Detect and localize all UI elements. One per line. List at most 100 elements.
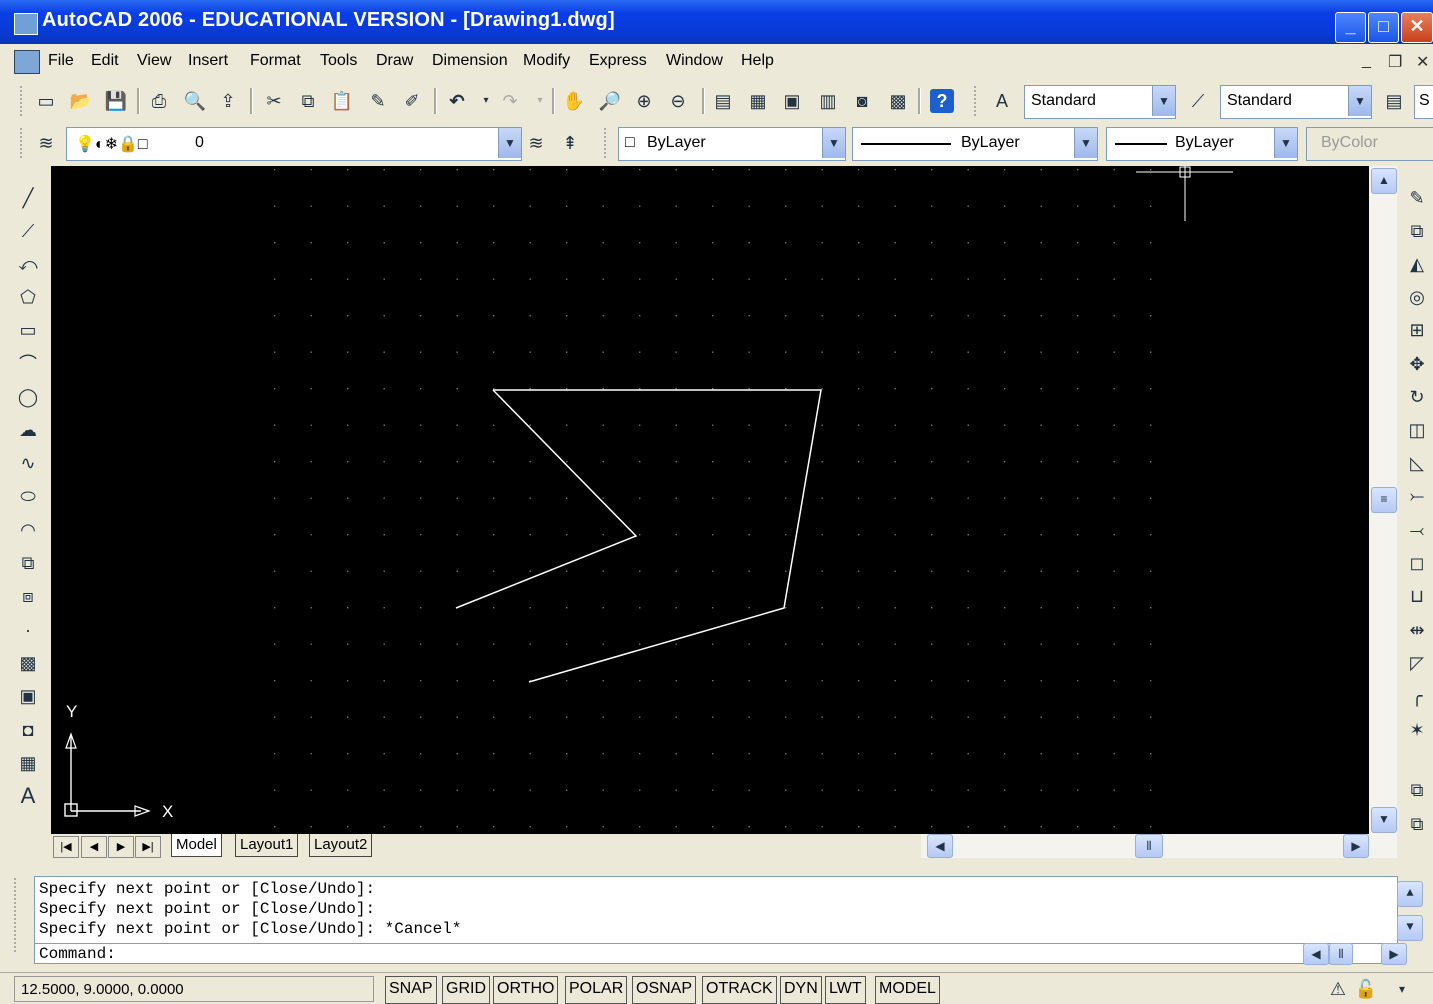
draw-order-back-icon[interactable]: ⧉ — [1405, 812, 1429, 836]
status-menu-icon[interactable]: ▾ — [1390, 977, 1414, 1001]
block-editor-icon[interactable]: ✐ — [400, 89, 424, 113]
layer-select[interactable]: 💡◐❄🔒□ 0 ▼ — [66, 127, 522, 161]
gradient-icon[interactable]: ▣ — [16, 684, 40, 708]
previous-tab-icon[interactable]: ◀ — [81, 836, 107, 858]
chevron-down-icon[interactable]: ▼ — [1348, 86, 1371, 116]
first-tab-icon[interactable]: |◀ — [53, 836, 79, 858]
new-icon[interactable]: ▭ — [34, 89, 58, 113]
undo-icon[interactable]: ↶ — [445, 89, 469, 113]
plot-icon[interactable]: ⎙ — [147, 89, 171, 113]
paste-icon[interactable]: 📋 — [330, 89, 354, 113]
insert-block-icon[interactable]: ⧉ — [16, 551, 40, 575]
ellipse-icon[interactable]: ⬭ — [16, 484, 40, 508]
spline-icon[interactable]: ∿ — [16, 451, 40, 475]
command-scroll-down-icon[interactable]: ▼ — [1397, 915, 1423, 941]
horizontal-scrollbar[interactable]: ◀ ⦀ ▶ — [921, 834, 1397, 858]
chevron-down-icon[interactable]: ▼ — [822, 128, 845, 158]
dimension-style-select[interactable]: Standard ▼ — [1220, 85, 1372, 119]
tool-palettes-icon[interactable]: ▣ — [780, 89, 804, 113]
menu-edit[interactable]: Edit — [91, 52, 119, 70]
array-icon[interactable]: ⊞ — [1405, 318, 1429, 342]
extend-icon[interactable]: ⤙ — [1405, 518, 1429, 542]
cut-icon[interactable]: ✂ — [262, 89, 286, 113]
dimension-style-icon[interactable]: ⟋ — [1186, 89, 1210, 113]
match-properties-icon[interactable]: ✎ — [366, 89, 390, 113]
doc-minimize-icon[interactable]: _ — [1362, 52, 1371, 70]
document-icon[interactable] — [14, 50, 40, 74]
menu-view[interactable]: View — [137, 52, 171, 70]
chamfer-icon[interactable]: ◸ — [1405, 651, 1429, 675]
properties-icon[interactable]: ▤ — [711, 89, 735, 113]
snap-toggle[interactable]: SNAP — [385, 976, 437, 1004]
coordinate-display[interactable]: 12.5000, 9.0000, 0.0000 — [14, 976, 374, 1002]
next-tab-icon[interactable]: ▶ — [108, 836, 134, 858]
rectangle-icon[interactable]: ▭ — [16, 318, 40, 342]
table-style-icon[interactable]: ▤ — [1382, 89, 1406, 113]
scroll-left-icon[interactable]: ◀ — [927, 834, 953, 858]
text-style-icon[interactable]: A — [990, 89, 1014, 113]
pan-realtime-icon[interactable]: ✋ — [562, 89, 586, 113]
menu-draw[interactable]: Draw — [376, 52, 413, 70]
draw-order-front-icon[interactable]: ⧉ — [1405, 778, 1429, 802]
chevron-down-icon[interactable]: ▼ — [1274, 128, 1297, 158]
doc-restore-icon[interactable]: ❐ — [1388, 52, 1402, 72]
close-button[interactable]: ✕ — [1401, 12, 1433, 43]
lwt-toggle[interactable]: LWT — [825, 976, 866, 1004]
dyn-toggle[interactable]: DYN — [780, 976, 822, 1004]
scale-icon[interactable]: ◫ — [1405, 418, 1429, 442]
scroll-up-icon[interactable]: ▲ — [1371, 168, 1397, 194]
command-prompt-input[interactable]: Command: — [39, 945, 116, 963]
color-select[interactable]: □ ByLayer ▼ — [618, 127, 846, 161]
command-scroll-up-icon[interactable]: ▲ — [1397, 881, 1423, 907]
copy-icon[interactable]: ⧉ — [296, 89, 320, 113]
tab-model[interactable]: Model — [171, 834, 222, 857]
revision-cloud-icon[interactable]: ☁ — [16, 418, 40, 442]
scroll-thumb[interactable]: ≡ — [1371, 487, 1397, 513]
layer-previous-icon[interactable]: ⇞ — [558, 131, 582, 155]
zoom-realtime-icon[interactable]: 🔎 — [598, 89, 622, 113]
minimize-button[interactable]: _ — [1335, 12, 1366, 43]
polygon-icon[interactable]: ⬠ — [16, 285, 40, 309]
region-icon[interactable]: ◘ — [16, 718, 40, 742]
menu-express[interactable]: Express — [589, 52, 647, 70]
design-center-icon[interactable]: ▦ — [746, 89, 770, 113]
menu-file[interactable]: File — [48, 52, 74, 70]
publish-icon[interactable]: ⇪ — [216, 89, 240, 113]
help-icon[interactable]: ? — [930, 89, 954, 113]
menu-window[interactable]: Window — [666, 52, 723, 70]
toolbar-lock-icon[interactable]: 🔓 — [1354, 977, 1378, 1001]
text-style-select[interactable]: Standard ▼ — [1024, 85, 1176, 119]
break-at-point-icon[interactable]: ◻ — [1405, 551, 1429, 575]
command-h-thumb[interactable]: ⦀ — [1329, 943, 1353, 965]
drawing-area[interactable]: Y X — [51, 166, 1369, 834]
scroll-down-icon[interactable]: ▼ — [1371, 807, 1397, 833]
osnap-toggle[interactable]: OSNAP — [632, 976, 697, 1004]
markup-icon[interactable]: ◙ — [850, 89, 874, 113]
command-scroll-left-icon[interactable]: ◀ — [1303, 943, 1329, 965]
chevron-down-icon[interactable]: ▼ — [1074, 128, 1097, 158]
make-current-layer-icon[interactable]: ≋ — [524, 131, 548, 155]
circle-icon[interactable]: ◯ — [16, 385, 40, 409]
sheet-set-icon[interactable]: ▥ — [816, 89, 840, 113]
explode-icon[interactable]: ✶ — [1405, 718, 1429, 742]
fillet-icon[interactable]: ╭ — [1405, 684, 1429, 708]
h-scroll-thumb[interactable]: ⦀ — [1135, 834, 1163, 858]
polyline-icon[interactable]: ⤺ — [16, 252, 40, 276]
erase-icon[interactable]: ✎ — [1405, 186, 1429, 210]
menu-tools[interactable]: Tools — [320, 52, 357, 70]
hatch-icon[interactable]: ▩ — [16, 651, 40, 675]
redo-icon[interactable]: ↷ — [498, 89, 522, 113]
table-style-select[interactable]: S — [1414, 85, 1433, 119]
menu-insert[interactable]: Insert — [188, 52, 228, 70]
zoom-previous-icon[interactable]: ⊖ — [666, 89, 690, 113]
model-toggle[interactable]: MODEL — [875, 976, 940, 1004]
autocad-app-icon[interactable] — [14, 13, 38, 35]
redo-dropdown-icon[interactable]: ▾ — [528, 89, 552, 113]
ellipse-arc-icon[interactable]: ◠ — [16, 518, 40, 542]
menu-modify[interactable]: Modify — [523, 52, 570, 70]
undo-dropdown-icon[interactable]: ▾ — [474, 89, 498, 113]
move-icon[interactable]: ✥ — [1405, 352, 1429, 376]
vertical-scrollbar[interactable]: ▲ ≡ ▼ — [1369, 166, 1397, 834]
plot-preview-icon[interactable]: 🔍 — [183, 89, 207, 113]
communication-center-icon[interactable]: ⚠ — [1326, 977, 1350, 1001]
